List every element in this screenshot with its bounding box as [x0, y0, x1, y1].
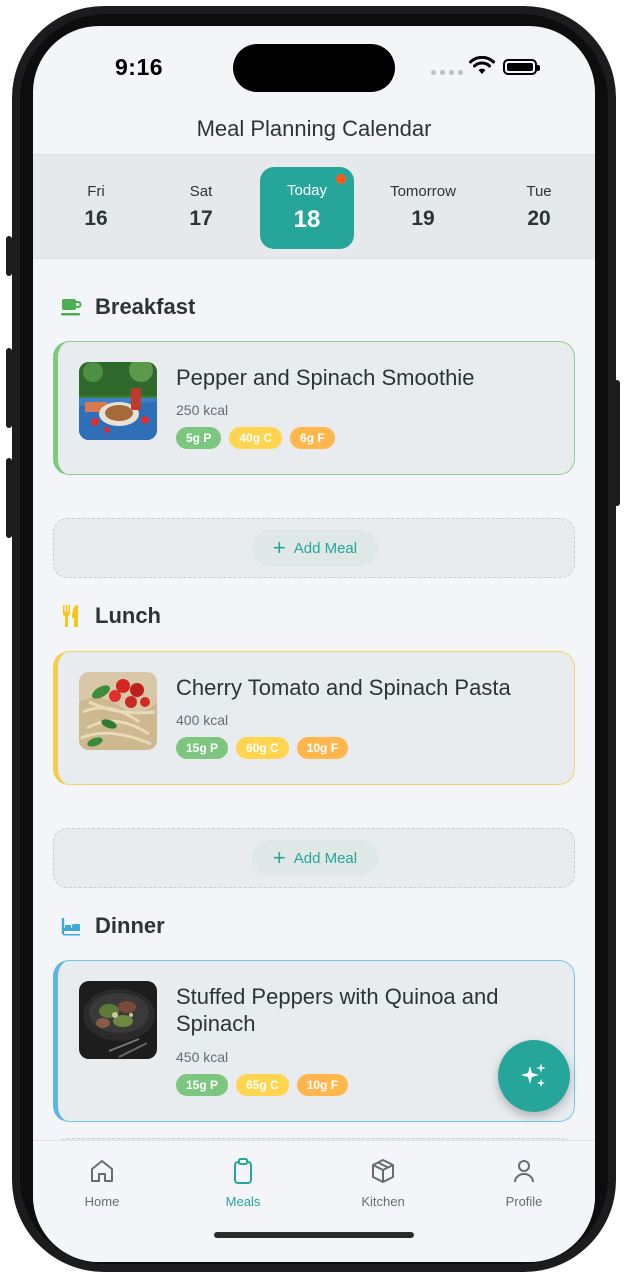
meal-card-breakfast[interactable]: Pepper and Spinach Smoothie 250 kcal 5g … [53, 341, 575, 475]
tab-profile[interactable]: Profile [484, 1157, 564, 1209]
date-day-name: Tue [526, 183, 552, 200]
add-meal-slot-lunch: + Add Meal [53, 828, 575, 888]
macro-chips: 5g P 40g C 6g F [176, 427, 335, 449]
fat-chip: 10g F [296, 1074, 349, 1096]
tab-kitchen[interactable]: Kitchen [343, 1157, 423, 1209]
date-item-sat[interactable]: Sat 17 [154, 155, 248, 260]
carbs-chip: 60g C [236, 737, 289, 759]
meal-calories: 450 kcal [176, 1049, 229, 1065]
home-icon [91, 1160, 113, 1182]
add-meal-label: Add Meal [293, 539, 358, 557]
date-day-number: 19 [411, 207, 435, 230]
date-item-tue[interactable]: Tue 20 [492, 155, 586, 260]
tab-label: Kitchen [361, 1194, 405, 1209]
carbs-chip: 65g C [236, 1074, 289, 1096]
add-meal-button[interactable]: + Add Meal [252, 840, 378, 876]
home-indicator [214, 1232, 414, 1238]
meal-name: Pepper and Spinach Smoothie [176, 365, 475, 390]
volume-up-button [6, 348, 12, 428]
date-day-name: Sat [189, 183, 213, 200]
meal-list[interactable]: Breakfast Pepper and Spinach Smoothie 25… [33, 260, 595, 1140]
status-bar: 9:16 [33, 26, 595, 116]
date-day-name: Today [286, 182, 328, 199]
sparkles-icon [521, 1063, 546, 1087]
box-icon [372, 1159, 394, 1183]
meal-card-lunch[interactable]: Cherry Tomato and Spinach Pasta 400 kcal… [53, 651, 575, 785]
plus-icon: + [272, 845, 286, 870]
date-item-fri[interactable]: Fri 16 [49, 155, 143, 260]
tab-label: Profile [505, 1194, 543, 1209]
meal-calories: 400 kcal [176, 712, 229, 728]
section-title-text: Breakfast [95, 294, 196, 319]
date-day-number: 18 [293, 206, 321, 233]
date-selector: Fri 16 Sat 17 Today 18 Tomorrow 19 Tue 2… [33, 154, 595, 259]
coffee-cup-icon [59, 295, 83, 319]
section-header-dinner: Dinner [59, 913, 165, 939]
date-day-number: 17 [189, 207, 213, 230]
meal-card-dinner[interactable]: Stuffed Peppers with Quinoa and Spinach … [53, 960, 575, 1122]
carbs-chip: 40g C [229, 427, 283, 449]
status-time: 9:16 [115, 54, 164, 80]
tab-bar: Home Meals Kitchen Profile [33, 1140, 595, 1262]
date-day-name: Tomorrow [390, 183, 456, 200]
tab-meals[interactable]: Meals [203, 1157, 283, 1209]
add-meal-button[interactable]: + Add Meal [252, 530, 378, 566]
cellular-signal-icon [431, 70, 463, 75]
date-day-name: Fri [87, 183, 105, 200]
section-header-lunch: Lunch [59, 603, 161, 629]
volume-down-button [6, 458, 12, 538]
add-meal-label: Add Meal [293, 849, 358, 867]
meal-calories: 250 kcal [176, 402, 229, 418]
screen: 9:16 Meal Planning Calendar Fri 16 Sat 1… [33, 26, 595, 1262]
meal-name: Stuffed Peppers with Quinoa and Spinach [176, 984, 499, 1036]
meal-photo-stuffed-peppers [79, 981, 157, 1059]
protein-chip: 15g P [176, 1074, 229, 1096]
tab-label: Meals [225, 1194, 261, 1209]
section-title-text: Dinner [95, 913, 165, 938]
macro-chips: 15g P 65g C 10g F [176, 1074, 349, 1096]
protein-chip: 5g P [176, 427, 222, 449]
macro-chips: 15g P 60g C 10g F [176, 737, 349, 759]
dynamic-island [233, 44, 395, 92]
date-day-number: 16 [84, 207, 108, 230]
date-item-tomorrow[interactable]: Tomorrow 19 [376, 155, 470, 260]
battery-icon [503, 59, 540, 75]
fork-knife-icon [59, 604, 83, 628]
meal-name: Cherry Tomato and Spinach Pasta [176, 675, 511, 700]
ai-suggest-button[interactable] [498, 1040, 570, 1112]
user-icon [514, 1160, 534, 1183]
plus-icon: + [272, 535, 286, 560]
meal-photo-smoothie [79, 362, 157, 440]
section-header-breakfast: Breakfast [59, 294, 195, 320]
meal-photo-pasta [79, 672, 157, 750]
add-meal-slot-breakfast: + Add Meal [53, 518, 575, 578]
fat-chip: 6g F [290, 427, 335, 449]
action-button [6, 236, 12, 276]
section-title-text: Lunch [95, 603, 161, 628]
date-item-today[interactable]: Today 18 [260, 167, 354, 249]
protein-chip: 15g P [176, 737, 229, 759]
page-title: Meal Planning Calendar [196, 116, 432, 141]
fat-chip: 10g F [296, 737, 349, 759]
clipboard-icon [234, 1158, 252, 1184]
date-day-number: 20 [527, 207, 551, 230]
dinner-bed-icon [59, 914, 83, 938]
power-button [614, 380, 620, 506]
wifi-icon [469, 56, 495, 74]
tab-home[interactable]: Home [62, 1157, 142, 1209]
tab-label: Home [84, 1194, 120, 1209]
